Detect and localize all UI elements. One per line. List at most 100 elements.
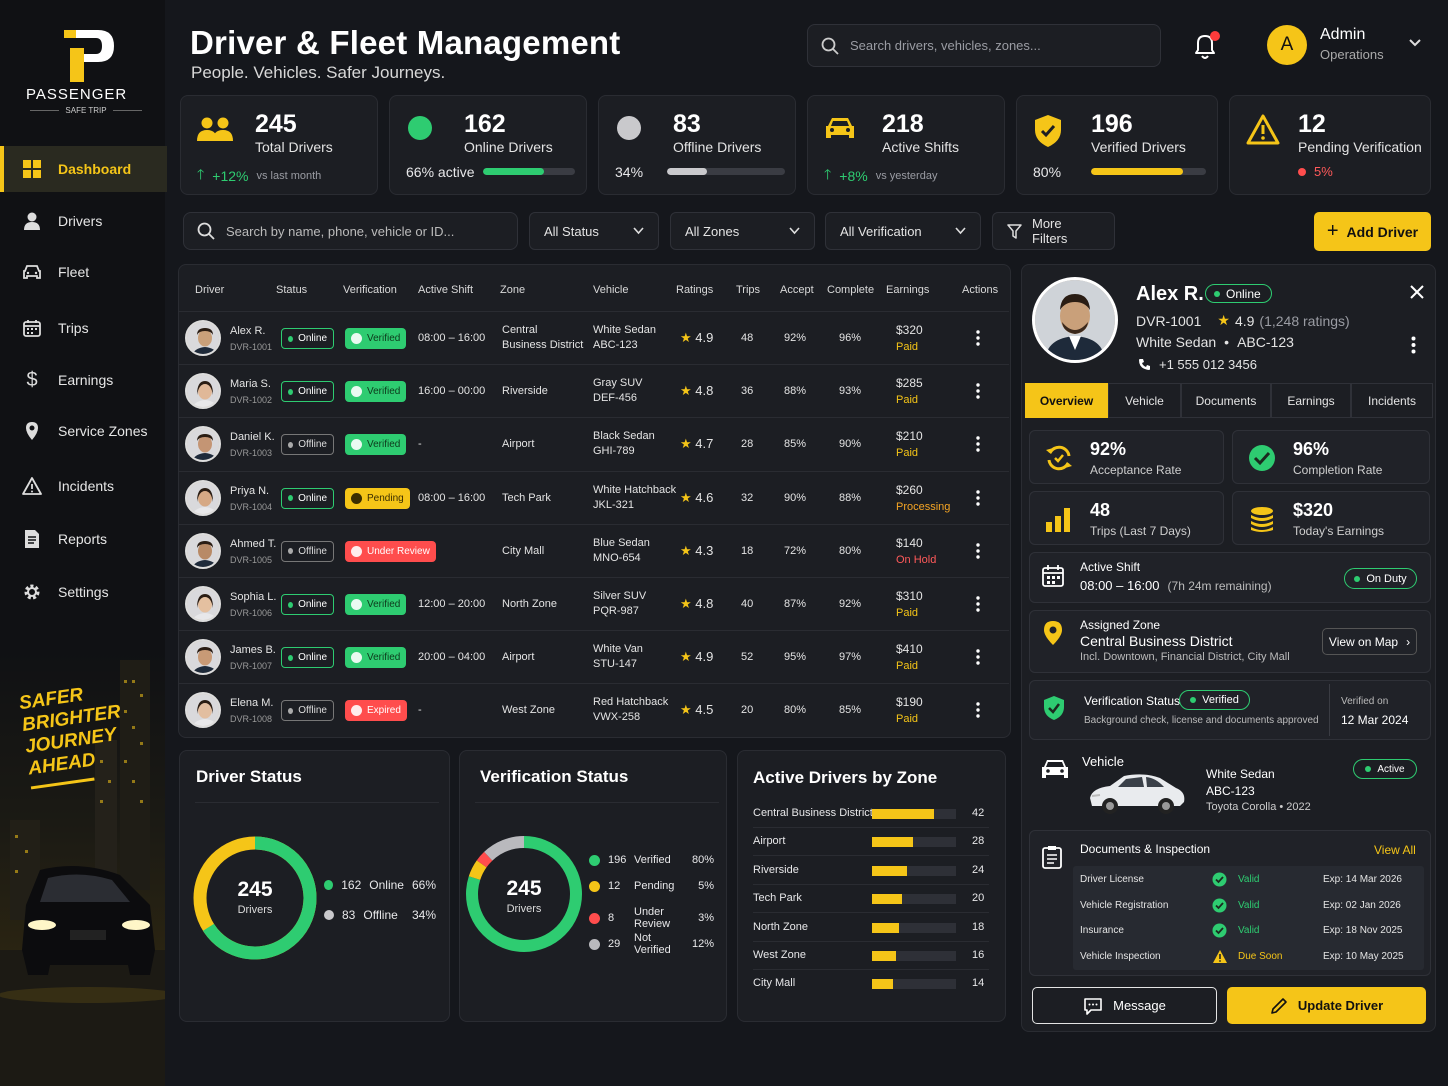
check-circle-icon — [1212, 923, 1227, 938]
more-vertical-icon[interactable] — [976, 596, 980, 612]
car-icon — [824, 114, 856, 142]
more-vertical-icon[interactable] — [976, 649, 980, 665]
sidebar-item-service-zones[interactable]: Service Zones — [0, 408, 167, 454]
more-vertical-icon[interactable] — [976, 702, 980, 719]
active-shift: - — [418, 544, 422, 557]
more-vertical-icon[interactable] — [976, 436, 980, 453]
more-filters-label: More Filters — [1032, 216, 1068, 246]
col-header[interactable]: Trips — [736, 284, 760, 296]
table-row[interactable]: Maria S. DVR-1002 Online Verified 16:00 … — [179, 364, 1009, 417]
complete-rate: 97% — [839, 651, 862, 664]
rating: ★ 4.5 — [680, 702, 714, 718]
col-header[interactable]: Ratings — [676, 284, 713, 296]
zone-bar-row: Tech Park 20 — [753, 891, 993, 907]
avatar — [185, 426, 221, 463]
tab-overview[interactable]: Overview — [1025, 383, 1108, 418]
driver-name[interactable]: Daniel K. — [230, 430, 275, 445]
tab-vehicle[interactable]: Vehicle — [1108, 383, 1181, 418]
col-header[interactable]: Actions — [962, 284, 998, 296]
gear-icon — [22, 582, 42, 602]
zone-filter[interactable]: All Zones — [670, 212, 815, 250]
sidebar-item-fleet[interactable]: Fleet — [0, 249, 167, 295]
zone-name: Central Business District — [1080, 633, 1233, 649]
tab-earnings[interactable]: Earnings — [1271, 383, 1351, 418]
sidebar-item-incidents[interactable]: Incidents — [0, 463, 167, 509]
donut-center-label: Drivers — [506, 903, 542, 915]
more-vertical-icon[interactable] — [976, 330, 980, 346]
col-header[interactable]: Earnings — [886, 284, 929, 296]
driver-name[interactable]: Ahmed T. — [230, 537, 276, 552]
avatar[interactable]: A — [1267, 25, 1307, 65]
update-driver-button[interactable]: Update Driver — [1227, 987, 1426, 1024]
driver-id: DVR-1005 — [230, 554, 273, 565]
sidebar-item-settings[interactable]: Settings — [0, 569, 167, 615]
col-header[interactable]: Status — [276, 284, 307, 296]
zone-bar-value: 18 — [972, 920, 985, 933]
rating: ★ 4.8 — [680, 383, 714, 399]
notification-bell-icon[interactable] — [1192, 31, 1220, 61]
sidebar-item-reports[interactable]: Reports — [0, 516, 167, 562]
driver-name[interactable]: James B. — [230, 643, 276, 658]
driver-search-input[interactable]: Search by name, phone, vehicle or ID... — [226, 224, 454, 239]
driver-name[interactable]: Sophia L. — [230, 590, 276, 605]
document-icon — [22, 529, 42, 549]
stat-label: Active Shifts — [882, 139, 960, 155]
status-filter[interactable]: All Status — [529, 212, 659, 250]
driver-name[interactable]: Maria S. — [230, 377, 271, 392]
more-vertical-icon[interactable] — [976, 489, 980, 506]
check-circle-icon — [1212, 872, 1227, 887]
brand-name: PASSENGER — [26, 86, 128, 103]
more-filters-button[interactable]: More Filters — [992, 212, 1115, 250]
verification-filter[interactable]: All Verification — [825, 212, 981, 250]
global-search-input[interactable]: Search drivers, vehicles, zones... — [850, 38, 1041, 53]
table-row[interactable]: Sophia L. DVR-1006 Online Verified 12:00… — [179, 577, 1009, 630]
more-vertical-icon[interactable] — [976, 543, 980, 559]
more-vertical-icon[interactable] — [1411, 336, 1416, 354]
driver-id: DVR-1006 — [230, 608, 273, 618]
payment-status: Paid — [896, 341, 919, 353]
message-button[interactable]: Message — [1032, 987, 1217, 1024]
avatar — [185, 479, 221, 516]
table-row[interactable]: James B. DVR-1007 Online Verified 20:00 … — [179, 630, 1009, 683]
driver-name[interactable]: Priya N. — [230, 484, 269, 499]
accept-rate: 87% — [784, 598, 807, 610]
close-icon[interactable] — [1406, 281, 1428, 303]
payment-status: Paid — [896, 447, 919, 460]
table-row[interactable]: Priya N. DVR-1004 Online Pending 08:00 –… — [179, 470, 1009, 524]
driver-name[interactable]: Alex R. — [230, 324, 265, 339]
vehicle: Black Sedan GHI-789 — [593, 430, 655, 458]
col-header[interactable]: Active Shift — [418, 284, 473, 296]
complete-rate: 96% — [839, 332, 862, 344]
table-row[interactable]: Elena M. DVR-1008 Offline Expired - West… — [179, 683, 1009, 736]
sidebar-item-trips[interactable]: Trips — [0, 305, 167, 351]
col-header[interactable]: Verification — [343, 284, 397, 296]
view-on-map-button[interactable]: View on Map › — [1322, 628, 1417, 655]
calendar-icon — [1041, 564, 1065, 588]
view-all-link[interactable]: View All — [1374, 843, 1416, 857]
star-icon: ★ — [680, 649, 692, 665]
add-driver-button[interactable]: + Add Driver — [1314, 212, 1431, 251]
global-search[interactable]: Search drivers, vehicles, zones... — [807, 24, 1161, 67]
col-header[interactable]: Zone — [500, 284, 525, 296]
tab-incidents[interactable]: Incidents — [1351, 383, 1433, 418]
driver-name[interactable]: Elena M. — [230, 696, 273, 711]
col-header[interactable]: Accept — [780, 284, 814, 296]
col-header[interactable]: Vehicle — [593, 284, 628, 296]
col-header[interactable]: Driver — [195, 284, 224, 296]
avatar — [185, 532, 221, 569]
tab-documents[interactable]: Documents — [1181, 383, 1271, 418]
col-header[interactable]: Complete — [827, 284, 874, 296]
arrow-up-icon: 🡑 — [197, 166, 205, 182]
table-row[interactable]: Daniel K. DVR-1003 Offline Verified - Ai… — [179, 417, 1009, 470]
more-vertical-icon[interactable] — [976, 383, 980, 399]
sidebar-item-drivers[interactable]: Drivers — [0, 198, 167, 244]
vehicle-image — [1084, 768, 1188, 818]
sidebar-item-label: Incidents — [58, 478, 115, 494]
sidebar-item-earnings[interactable]: $ Earnings — [0, 357, 167, 403]
table-row[interactable]: Ahmed T. DVR-1005 Offline Under Review -… — [179, 523, 1009, 577]
table-row[interactable]: Alex R. DVR-1001 Online Verified 08:00 –… — [179, 311, 1009, 364]
driver-search[interactable]: Search by name, phone, vehicle or ID... — [183, 212, 518, 250]
chevron-down-icon[interactable] — [1408, 38, 1422, 48]
sidebar-item-dashboard[interactable]: Dashboard — [0, 146, 167, 192]
stat-foot: 80% — [1033, 164, 1062, 180]
